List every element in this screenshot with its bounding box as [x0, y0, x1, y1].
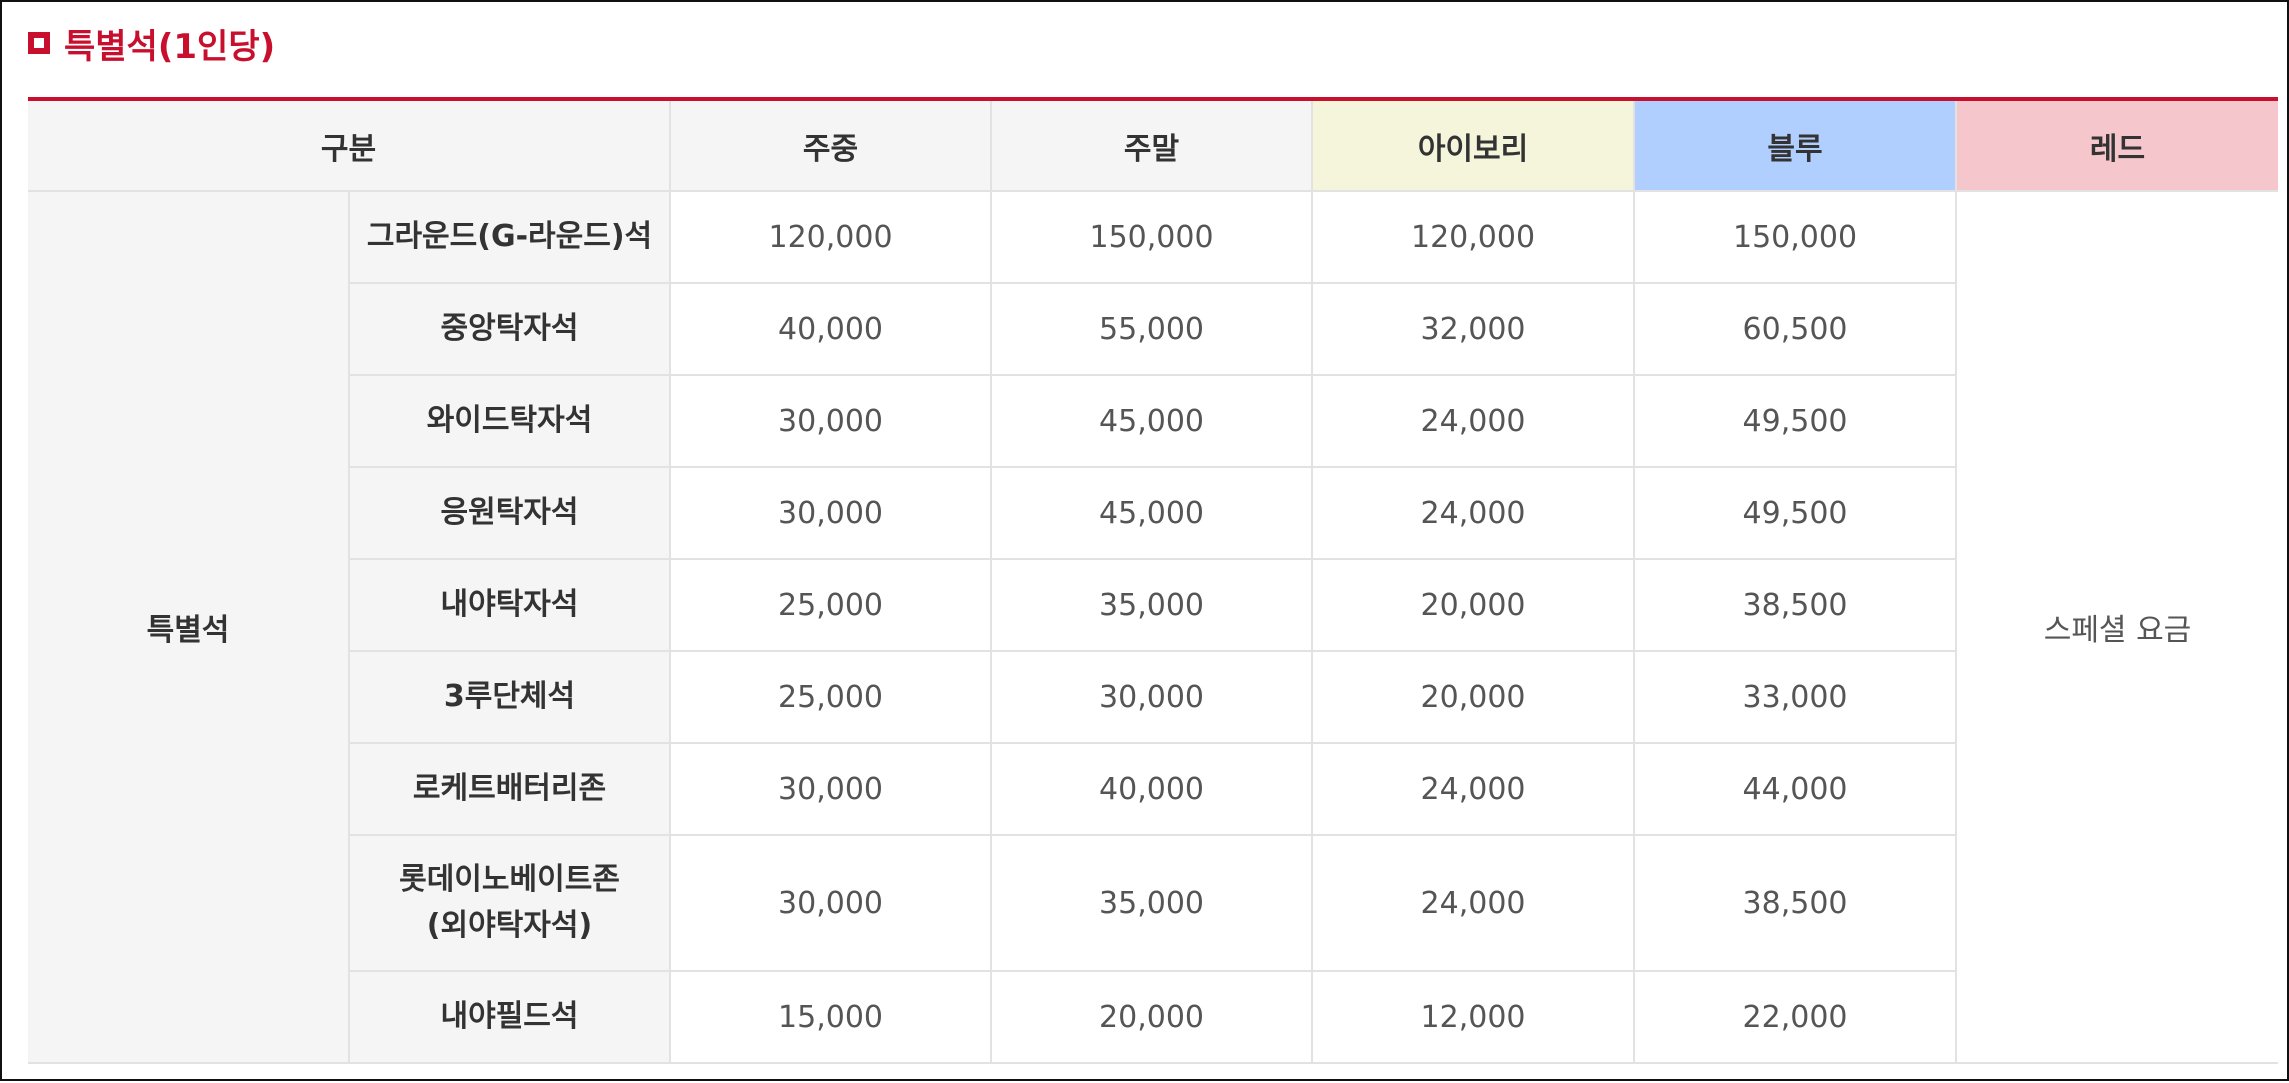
price-weekday: 30,000	[669, 374, 993, 468]
price-weekend: 20,000	[990, 970, 1314, 1064]
header-weekday: 주중	[669, 101, 993, 192]
table-row: 내야필드석 15,000 20,000 12,000 22,000	[28, 970, 2278, 1064]
seat-name: 응원탁자석	[349, 466, 672, 560]
price-blue: 49,500	[1633, 466, 1957, 560]
price-blue: 150,000	[1633, 190, 1958, 284]
price-weekday: 40,000	[669, 282, 993, 376]
section-title-text: 특별석(1인당)	[64, 26, 276, 67]
price-blue: 49,500	[1633, 374, 1957, 468]
price-blue: 38,500	[1633, 834, 1957, 972]
price-blue: 60,500	[1633, 282, 1957, 376]
group-label: 특별석	[28, 190, 350, 1064]
price-ivory: 120,000	[1311, 190, 1636, 284]
seat-name: 내야필드석	[349, 970, 672, 1064]
price-weekend: 35,000	[990, 558, 1314, 652]
price-weekday: 30,000	[669, 834, 993, 972]
header-red: 레드	[1955, 101, 2278, 192]
price-ivory: 24,000	[1311, 374, 1636, 468]
price-weekday: 30,000	[669, 742, 993, 836]
header-blue: 블루	[1633, 101, 1958, 192]
price-weekend: 30,000	[990, 650, 1314, 744]
price-weekday: 30,000	[669, 466, 993, 560]
price-table: 구분 주중 주말 아이보리 블루 레드 특별석 그라운드(G-라운드)석 120…	[28, 101, 2278, 1064]
price-weekend: 40,000	[990, 742, 1314, 836]
table-row: 로케트배터리존 30,000 40,000 24,000 44,000	[28, 742, 2278, 836]
price-weekend: 55,000	[990, 282, 1314, 376]
table-row: 3루단체석 25,000 30,000 20,000 33,000	[28, 650, 2278, 744]
price-weekend: 45,000	[990, 466, 1314, 560]
table-row: 특별석 그라운드(G-라운드)석 120,000 150,000 120,000…	[28, 190, 2278, 1064]
seat-name: 롯데이노베이트존 (외야탁자석)	[349, 834, 672, 972]
price-red-special: 스페셜 요금	[1955, 190, 2278, 1064]
seat-name: 중앙탁자석	[349, 282, 672, 376]
table-row: 롯데이노베이트존 (외야탁자석) 30,000 35,000 24,000 38…	[28, 834, 2278, 972]
price-weekday: 15,000	[669, 970, 993, 1064]
table-row: 내야탁자석 25,000 35,000 20,000 38,500	[28, 558, 2278, 652]
price-ivory: 24,000	[1311, 742, 1636, 836]
price-blue: 44,000	[1633, 742, 1957, 836]
price-blue: 22,000	[1633, 970, 1957, 1064]
price-weekday: 120,000	[669, 190, 993, 284]
price-weekend: 35,000	[990, 834, 1314, 972]
table-row: 와이드탁자석 30,000 45,000 24,000 49,500	[28, 374, 2278, 468]
header-weekend: 주말	[990, 101, 1314, 192]
seat-name: 와이드탁자석	[349, 374, 672, 468]
seat-name: 3루단체석	[349, 650, 672, 744]
price-weekend: 45,000	[990, 374, 1314, 468]
square-bullet-icon	[28, 32, 50, 54]
price-weekday: 25,000	[669, 650, 993, 744]
header-ivory: 아이보리	[1311, 101, 1636, 192]
seat-name-line1: 롯데이노베이트존	[399, 861, 620, 897]
price-weekend: 150,000	[990, 190, 1314, 284]
table-header-row: 구분 주중 주말 아이보리 블루 레드	[28, 101, 2278, 192]
table-row: 중앙탁자석 40,000 55,000 32,000 60,500	[28, 282, 2278, 376]
price-blue: 33,000	[1633, 650, 1957, 744]
seat-name: 그라운드(G-라운드)석	[347, 190, 672, 284]
price-ivory: 20,000	[1311, 650, 1636, 744]
price-ivory: 32,000	[1311, 282, 1636, 376]
price-blue: 38,500	[1633, 558, 1957, 652]
price-ivory: 24,000	[1311, 834, 1636, 972]
price-ivory: 12,000	[1311, 970, 1636, 1064]
price-table-container: 구분 주중 주말 아이보리 블루 레드 특별석 그라운드(G-라운드)석 120…	[28, 97, 2278, 1083]
seat-name: 로케트배터리존	[349, 742, 672, 836]
price-weekday: 25,000	[669, 558, 993, 652]
table-row: 응원탁자석 30,000 45,000 24,000 49,500	[28, 466, 2278, 560]
header-category: 구분	[28, 101, 672, 192]
section-title: 특별석(1인당)	[28, 20, 276, 67]
price-ivory: 20,000	[1311, 558, 1636, 652]
price-ivory: 24,000	[1311, 466, 1636, 560]
page-frame: 특별석(1인당) 구분 주중 주말 아이보리 블루 레드 특별석 그라운드(G-…	[0, 0, 2289, 1081]
seat-name: 내야탁자석	[349, 558, 672, 652]
seat-name-line2: (외야탁자석)	[426, 908, 593, 943]
